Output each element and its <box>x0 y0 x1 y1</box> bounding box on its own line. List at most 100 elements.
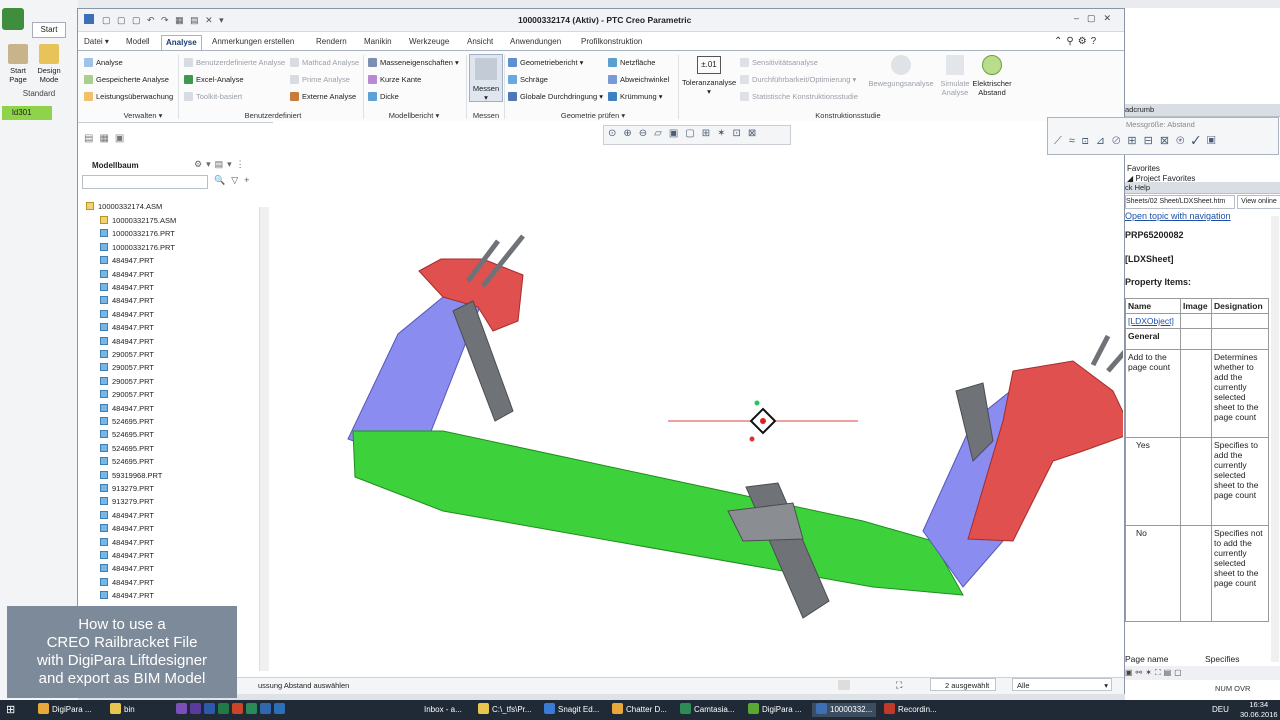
axis-handle-green[interactable] <box>754 400 760 406</box>
schraege-button[interactable]: Schräge <box>508 75 548 84</box>
elektrischer-abstand-button[interactable]: Elektrischer Abstand <box>972 55 1012 97</box>
tab-anmerkungen[interactable]: Anmerkungen erstellen <box>208 35 298 49</box>
app-logo-icon[interactable] <box>2 8 24 30</box>
tree-item[interactable]: 484947.PRT <box>100 591 154 600</box>
excel-analyse-button[interactable]: Excel-Analyse <box>184 75 244 84</box>
tree-item[interactable]: 484947.PRT <box>100 551 154 560</box>
benutzerdef-analyse-button[interactable]: Benutzerdefinierte Analyse <box>184 58 285 67</box>
masseneigenschaften-button[interactable]: Masseneigenschaften ▾ <box>368 58 459 67</box>
help-search-icons[interactable]: ⌃⚲⚙? <box>1054 36 1100 47</box>
netzflaeche-button[interactable]: Netzfläche <box>608 58 655 67</box>
tree-item[interactable]: 484947.PRT <box>100 256 154 265</box>
analyse-button[interactable]: Analyse <box>84 58 123 67</box>
view-online-button[interactable]: View online <box>1237 195 1280 209</box>
language-indicator[interactable]: DEU <box>1212 703 1229 717</box>
taskbar-item[interactable]: Recordin... <box>884 703 937 717</box>
tree-tab-icons[interactable]: ▤▦▣ <box>84 133 140 147</box>
tab-werkzeuge[interactable]: Werkzeuge <box>405 35 453 49</box>
tree-item[interactable]: 524695.PRT <box>100 457 154 466</box>
tree-item[interactable]: 524695.PRT <box>100 430 154 439</box>
prime-button[interactable]: Prime Analyse <box>290 75 350 84</box>
measure-tool-icons[interactable]: ⟋≈⊡⊿⊘⊞⊟⊠⊛✓▣ <box>1054 134 1223 148</box>
group-modellbericht[interactable]: Modellbericht ▾ <box>374 111 454 120</box>
model-viewport[interactable] <box>273 121 1145 677</box>
design-mode-button[interactable]: Design Mode <box>34 44 64 88</box>
gespeicherte-analyse-button[interactable]: Gespeicherte Analyse <box>84 75 169 84</box>
help-bottom-toolbar[interactable]: ▣⚯✶⛶▤▢ <box>1125 666 1280 680</box>
tab-profilkonstruktion[interactable]: Profilkonstruktion <box>577 35 646 49</box>
tree-item[interactable]: 484947.PRT <box>100 564 154 573</box>
tab-modell[interactable]: Modell <box>122 35 154 49</box>
taskbar-item[interactable]: DigiPara ... <box>38 703 92 717</box>
tree-settings-icons[interactable]: ⚙▾▤▾⋮ <box>194 159 249 170</box>
durchdringung-button[interactable]: Globale Durchdringung ▾ <box>508 92 603 101</box>
bewegungsanalyse-button[interactable]: Bewegungsanalyse <box>866 55 936 88</box>
tree-item[interactable]: 524695.PRT <box>100 443 154 453</box>
taskbar-item-active[interactable]: 10000332... <box>812 703 877 717</box>
taskbar-item[interactable]: Camtasia... <box>680 703 734 717</box>
kruemmung-button[interactable]: Krümmung ▾ <box>608 92 663 101</box>
tree-item[interactable]: 484947.PRT <box>100 336 154 346</box>
tab-manikin[interactable]: Manikin <box>360 35 396 49</box>
view-toolbar-icons[interactable]: ⊙⊕⊖▱▣▢⊞✶⊡⊠ <box>608 128 763 139</box>
tab-ansicht[interactable]: Ansicht <box>463 35 497 49</box>
taskbar-item[interactable]: DigiPara ... <box>748 703 802 717</box>
messen-button[interactable]: Messen ▾ <box>469 54 503 102</box>
tree-item[interactable]: 10000332176.PRT <box>100 229 175 238</box>
group-geometrie[interactable]: Geometrie prüfen ▾ <box>548 111 638 120</box>
tree-item[interactable]: 484947.PRT <box>100 577 154 587</box>
externe-analyse-button[interactable]: Externe Analyse <box>290 92 356 101</box>
tree-item[interactable]: 484947.PRT <box>100 510 154 520</box>
tree-item[interactable]: 484947.PRT <box>100 296 154 305</box>
windows-start-icon[interactable]: ⊞ <box>6 703 15 717</box>
help-scrollbar[interactable] <box>1271 216 1279 662</box>
tab-rendern[interactable]: Rendern <box>312 35 351 49</box>
tree-item[interactable]: 484947.PRT <box>100 537 154 547</box>
pinned-apps[interactable] <box>176 703 288 717</box>
simulate-analyse-button[interactable]: Simulate Analyse <box>936 55 974 97</box>
tree-item[interactable]: 10000332175.ASM <box>100 216 176 225</box>
abweichwinkel-button[interactable]: Abweichwinkel <box>608 75 669 84</box>
taskbar-item[interactable]: Snagit Ed... <box>544 703 599 717</box>
tree-item[interactable]: 290057.PRT <box>100 363 154 372</box>
graphics-area[interactable] <box>273 121 1145 677</box>
durchfuehrbarkeit-button[interactable]: Durchführbarkeit/Optimierung ▾ <box>740 75 856 84</box>
mathcad-button[interactable]: Mathcad Analyse <box>290 58 359 67</box>
sensitivitaet-button[interactable]: Sensitivitätsanalyse <box>740 58 818 67</box>
tree-item[interactable]: 290057.PRT <box>100 376 154 386</box>
tree-item[interactable]: 290057.PRT <box>100 390 154 399</box>
tree-item[interactable]: 913279.PRT <box>100 497 154 506</box>
tab-datei[interactable]: Datei ▾ <box>80 35 113 49</box>
leistung-button[interactable]: Leistungsüberwachung <box>84 92 173 101</box>
taskbar-item[interactable]: Chatter D... <box>612 703 667 717</box>
tree-item[interactable]: 524695.PRT <box>100 417 154 426</box>
group-verwalten[interactable]: Verwalten ▾ <box>108 111 178 120</box>
favorites-label[interactable]: Favorites <box>1127 164 1160 173</box>
toleranzanalyse-button[interactable]: ±.01 Toleranzanalyse ▾ <box>682 56 736 96</box>
kurze-kante-button[interactable]: Kurze Kante <box>368 75 421 84</box>
axis-handle-red[interactable] <box>749 436 755 442</box>
tree-root[interactable]: 10000332174.ASM <box>86 202 162 211</box>
window-controls[interactable]: –▢✕ <box>1074 13 1119 24</box>
tree-item[interactable]: 484947.PRT <box>100 269 154 279</box>
tab-start[interactable]: Start <box>32 22 66 38</box>
tree-item[interactable]: 484947.PRT <box>100 403 154 413</box>
tab-analyse[interactable]: Analyse <box>161 35 202 50</box>
toolkit-button[interactable]: Toolkit-basiert <box>184 92 242 101</box>
ldx-object-link[interactable]: [LDXObject] <box>1125 313 1181 329</box>
tree-item[interactable]: 484947.PRT <box>100 309 154 319</box>
tab-anwendungen[interactable]: Anwendungen <box>506 35 565 49</box>
tree-item[interactable]: 59319968.PRT <box>100 470 162 480</box>
tree-item[interactable]: 913279.PRT <box>100 484 154 493</box>
taskbar-item[interactable]: Inbox - a... <box>424 703 462 717</box>
tree-scrollbar[interactable] <box>259 207 269 671</box>
tree-item[interactable]: 484947.PRT <box>100 283 154 292</box>
item-ld301[interactable]: ld301 <box>2 106 52 120</box>
geometriebericht-button[interactable]: Geometriebericht ▾ <box>508 58 583 67</box>
taskbar-item[interactable]: C:\_tfs\Pr... <box>478 703 532 717</box>
tree-item[interactable]: 484947.PRT <box>100 323 154 332</box>
filter-select[interactable]: Alle ▾ <box>1012 678 1112 691</box>
start-page-button[interactable]: Start Page <box>3 44 33 88</box>
help-path-field[interactable]: Sheets/02 Sheet/LDXSheet.htm <box>1125 195 1235 209</box>
tree-filter-icons[interactable]: 🔍▽+ <box>214 175 255 186</box>
